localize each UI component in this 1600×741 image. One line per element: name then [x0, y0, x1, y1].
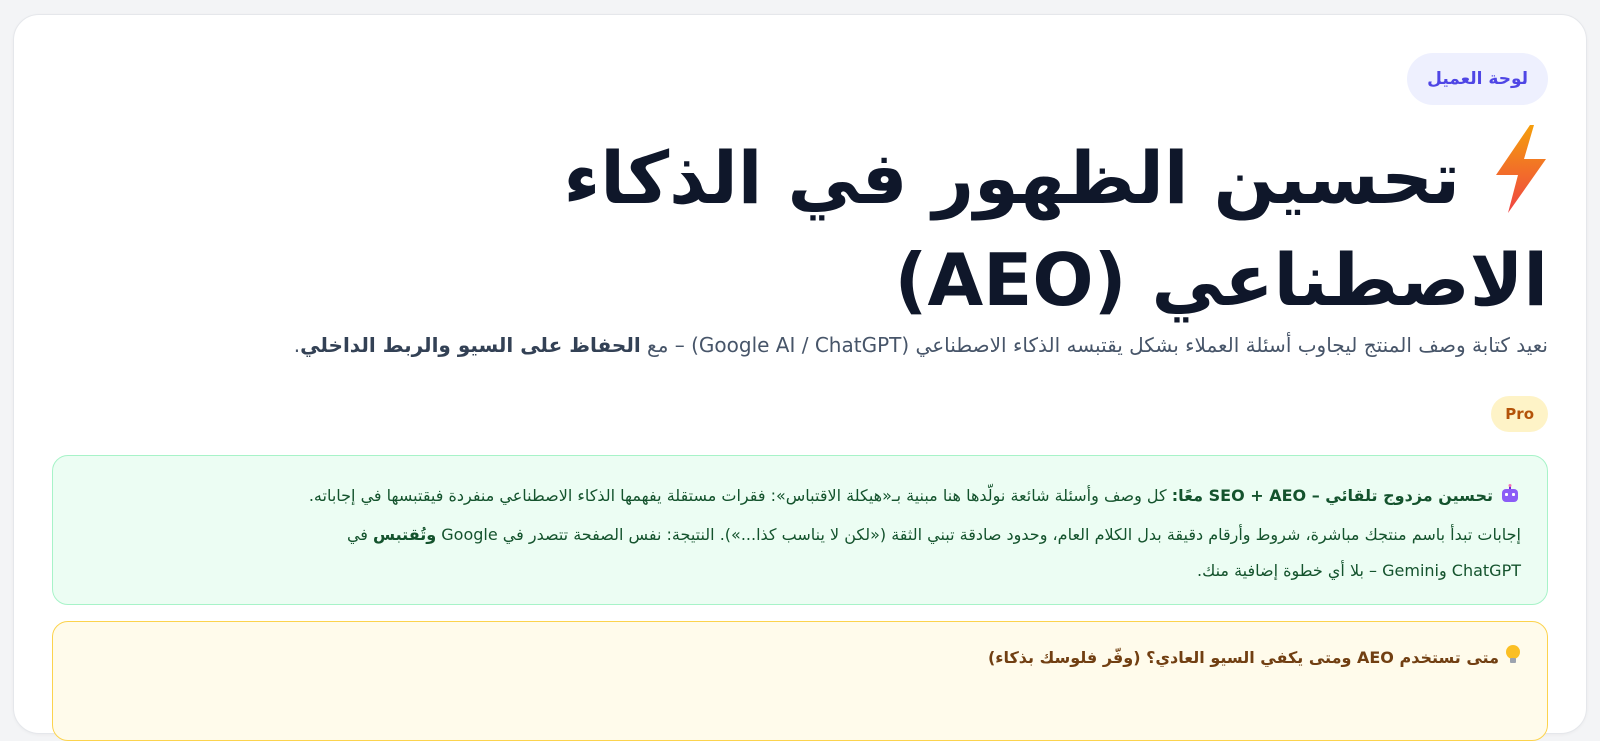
info-line-1: تحسين مزدوج تلقائي – SEO + AEO معًا: كل …: [79, 478, 1521, 517]
robot-icon: [1499, 481, 1521, 517]
page-title: تحسين الظهور في الذكاء الاصطناعي (AEO): [368, 125, 1548, 326]
page-title-text: تحسين الظهور في الذكاء الاصطناعي (AEO): [563, 136, 1548, 322]
client-dashboard-badge[interactable]: لوحة العميل: [1407, 53, 1548, 105]
main-card: لوحة العميل تحسين الظهور في الذكاء الاصط…: [13, 14, 1587, 741]
pro-badge: Pro: [1491, 396, 1548, 432]
info-highlight: وتُقتبس: [373, 525, 437, 544]
info-line-3: ChatGPT وGemini – بلا أي خطوة إضافية منك…: [1197, 561, 1521, 580]
page-subtitle: نعيد كتابة وصف المنتج ليجاوب أسئلة العمل…: [293, 333, 1548, 357]
tip-title: متى تستخدم AEO ومتى يكفي السيو العادي؟ (…: [987, 648, 1499, 667]
info-line-2: إجابات تبدأ باسم منتجك مباشرة، شروط وأرق…: [346, 525, 1521, 544]
info-lead: تحسين مزدوج تلقائي – SEO + AEO معًا:: [1171, 486, 1493, 505]
aeo-tip-box[interactable]: متى تستخدم AEO ومتى يكفي السيو العادي؟ (…: [52, 621, 1548, 741]
subtitle-highlight: الحفاظ على السيو والربط الداخلي: [300, 333, 641, 357]
seo-aeo-info-box: تحسين مزدوج تلقائي – SEO + AEO معًا: كل …: [52, 455, 1548, 605]
lightbulb-icon: [1505, 644, 1521, 670]
lightning-icon: [1494, 125, 1548, 234]
